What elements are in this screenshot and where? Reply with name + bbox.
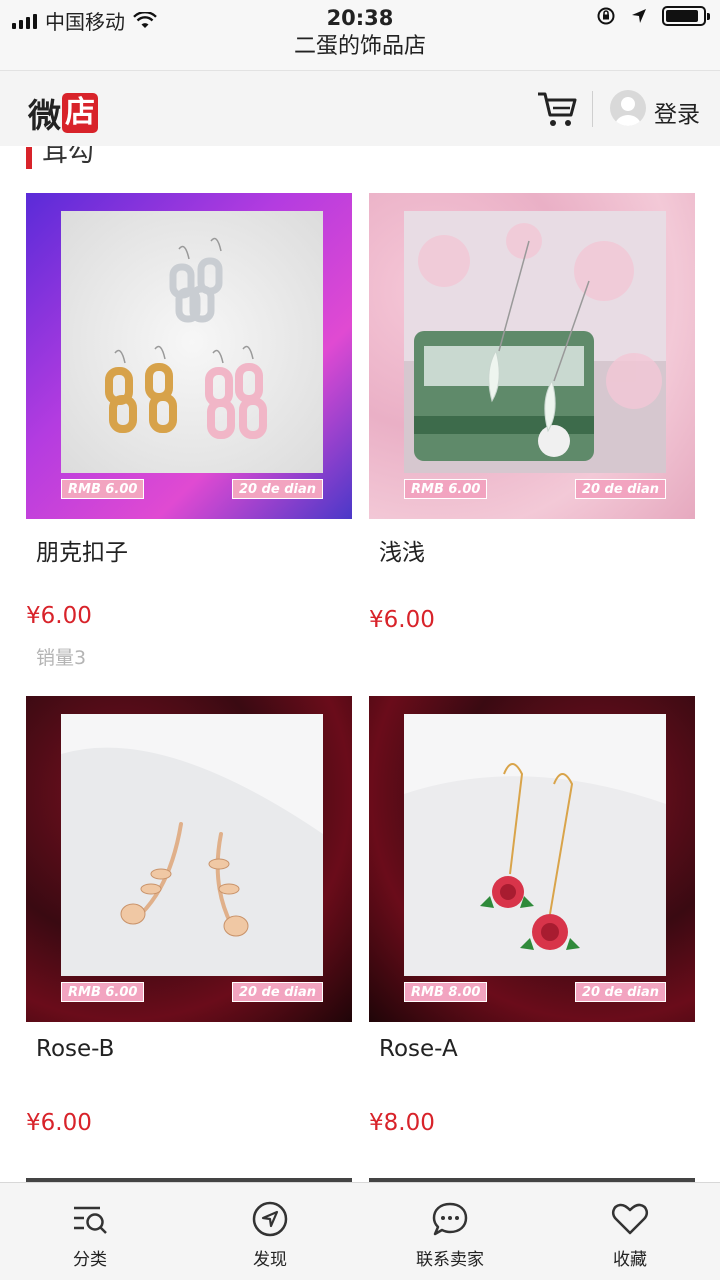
earring-photo — [61, 211, 323, 473]
status-bar: 中国移动 20:38 — [0, 0, 720, 36]
logo-text: 微 — [28, 96, 61, 135]
bottom-tab-bar: 分类 发现 联系卖家 收藏 — [0, 1182, 720, 1280]
location-arrow-icon — [632, 9, 646, 23]
product-card[interactable]: RMB 6.00 20 de dian Rose-B ¥6.00 — [26, 696, 352, 1136]
battery-icon — [662, 6, 710, 26]
product-image[interactable]: RMB 8.00 20 de dian — [369, 696, 695, 1022]
shop-tag: 20 de dian — [231, 982, 323, 1002]
product-image[interactable]: RMB 6.00 20 de dian — [369, 193, 695, 519]
section-marker — [26, 146, 32, 169]
app-header: 微 店 登录 — [0, 70, 720, 146]
product-card[interactable]: RMB 6.00 20 de dian 朋克扣子 ¥6.00 销量3 — [26, 193, 352, 669]
page-title: 二蛋的饰品店 — [0, 34, 720, 70]
product-list: 耳勾 RMB 6.00 20 de dian 朋克扣子 ¥6.00 销量3 RM… — [0, 146, 720, 1182]
tab-label: 分类 — [73, 1250, 107, 1270]
product-card[interactable]: RMB 8.00 20 de dian Rose-A ¥8.00 — [369, 696, 695, 1136]
price-tag: RMB 6.00 — [404, 479, 488, 499]
price-tag: RMB 6.00 — [61, 982, 145, 1002]
tab-label: 发现 — [253, 1250, 287, 1270]
product-image[interactable]: RMB 6.00 20 de dian — [26, 193, 352, 519]
tab-contact-seller[interactable]: 联系卖家 — [360, 1183, 540, 1280]
price-tag: RMB 8.00 — [404, 982, 488, 1002]
sales-count: 销量3 — [36, 647, 87, 669]
login-link[interactable]: 登录 — [654, 95, 700, 129]
header-divider — [592, 91, 593, 127]
chat-bubble-icon — [432, 1202, 468, 1236]
earring-photo — [404, 211, 666, 473]
price-tag: RMB 6.00 — [61, 479, 145, 499]
weidian-logo[interactable]: 微 店 — [28, 89, 98, 137]
shop-tag: 20 de dian — [574, 982, 666, 1002]
cart-icon[interactable] — [536, 89, 578, 129]
heart-icon — [611, 1203, 649, 1235]
tab-label: 联系卖家 — [416, 1250, 484, 1270]
compass-icon — [252, 1201, 288, 1237]
earring-photo — [404, 714, 666, 976]
rotation-lock-icon — [597, 7, 615, 25]
product-name[interactable]: Rose-A — [379, 1036, 458, 1062]
product-price: ¥6.00 — [26, 603, 92, 629]
tab-discover[interactable]: 发现 — [180, 1183, 360, 1280]
shop-tag: 20 de dian — [574, 479, 666, 499]
earring-photo — [61, 714, 323, 976]
product-name[interactable]: 浅浅 — [379, 533, 425, 567]
logo-badge: 店 — [62, 93, 98, 133]
tab-favorites[interactable]: 收藏 — [540, 1183, 720, 1280]
product-card[interactable]: RMB 6.00 20 de dian 浅浅 ¥6.00 — [369, 193, 695, 633]
product-name[interactable]: 朋克扣子 — [36, 533, 128, 567]
avatar[interactable] — [610, 90, 646, 126]
shop-tag: 20 de dian — [231, 479, 323, 499]
section-title: 耳勾 — [42, 146, 95, 168]
product-name[interactable]: Rose-B — [36, 1036, 114, 1062]
product-price: ¥8.00 — [369, 1110, 435, 1136]
product-image[interactable]: RMB 6.00 20 de dian — [26, 696, 352, 1022]
tab-category[interactable]: 分类 — [0, 1183, 180, 1280]
category-search-icon — [74, 1206, 107, 1234]
section-header: 耳勾 — [26, 146, 94, 169]
tab-label: 收藏 — [613, 1250, 647, 1270]
product-price: ¥6.00 — [369, 607, 435, 633]
user-icon — [615, 97, 641, 126]
product-price: ¥6.00 — [26, 1110, 92, 1136]
